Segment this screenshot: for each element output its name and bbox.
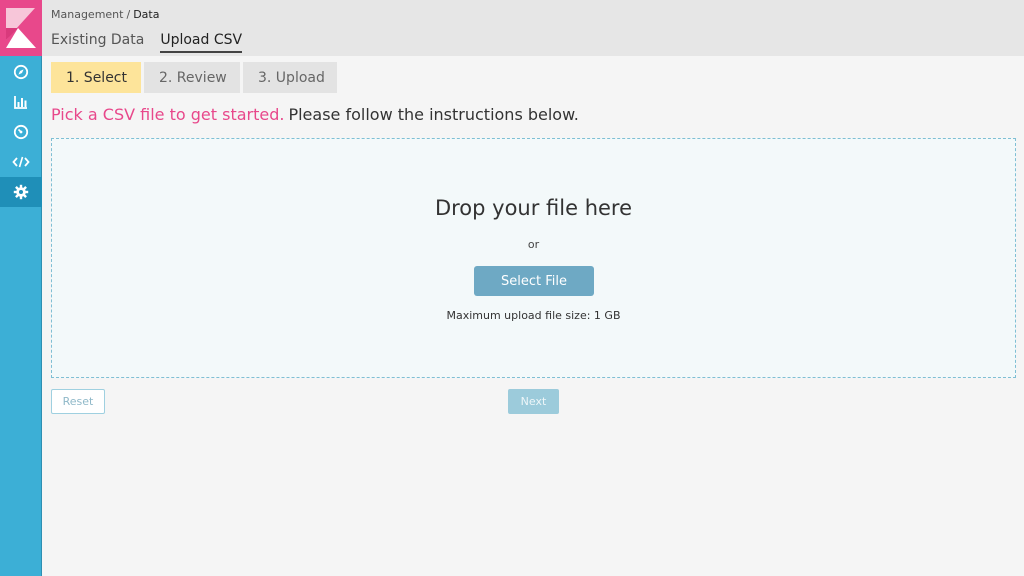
reset-button[interactable]: Reset xyxy=(51,389,105,414)
app-logo[interactable] xyxy=(0,0,42,56)
headline-highlight: Pick a CSV file to get started. xyxy=(51,105,285,124)
file-dropzone[interactable]: Drop your file here or Select File Maxim… xyxy=(51,138,1016,378)
tab-bar: Existing Data Upload CSV xyxy=(51,32,243,53)
breadcrumb-current: Data xyxy=(133,8,160,21)
top-bar: Management / Data Existing Data Upload CSV xyxy=(42,0,1024,56)
sidebar-item-visualize[interactable] xyxy=(0,87,42,117)
next-button[interactable]: Next xyxy=(508,389,559,414)
logo-icon xyxy=(0,0,42,56)
sidebar-item-management[interactable] xyxy=(0,177,42,207)
dropzone-or: or xyxy=(527,238,540,251)
compass-icon xyxy=(13,64,29,80)
bar-chart-icon xyxy=(14,96,27,109)
sidebar xyxy=(0,0,42,576)
sidebar-item-dev-tools[interactable] xyxy=(0,147,42,177)
breadcrumb-separator: / xyxy=(126,8,131,21)
sidebar-item-discover[interactable] xyxy=(0,57,42,87)
tab-existing-data[interactable]: Existing Data xyxy=(51,32,144,53)
main-content: 1. Select 2. Review 3. Upload Pick a CSV… xyxy=(42,56,1024,576)
step-select[interactable]: 1. Select xyxy=(51,62,141,93)
step-indicator: 1. Select 2. Review 3. Upload xyxy=(51,62,337,93)
tab-upload-csv[interactable]: Upload CSV xyxy=(160,32,243,53)
dropzone-title: Drop your file here xyxy=(434,196,633,220)
code-icon xyxy=(12,156,30,168)
gear-icon xyxy=(13,184,29,200)
instructions-headline: Pick a CSV file to get started. Please fo… xyxy=(51,105,579,124)
headline-rest: Please follow the instructions below. xyxy=(288,105,579,124)
dashboard-gauge-icon xyxy=(13,124,29,140)
sidebar-item-dashboard[interactable] xyxy=(0,117,42,147)
select-file-button[interactable]: Select File xyxy=(474,266,594,296)
max-upload-size: Maximum upload file size: 1 GB xyxy=(446,309,621,322)
step-upload[interactable]: 3. Upload xyxy=(243,62,337,93)
breadcrumb: Management / Data xyxy=(51,8,159,21)
breadcrumb-parent[interactable]: Management xyxy=(51,8,123,21)
step-review[interactable]: 2. Review xyxy=(144,62,240,93)
